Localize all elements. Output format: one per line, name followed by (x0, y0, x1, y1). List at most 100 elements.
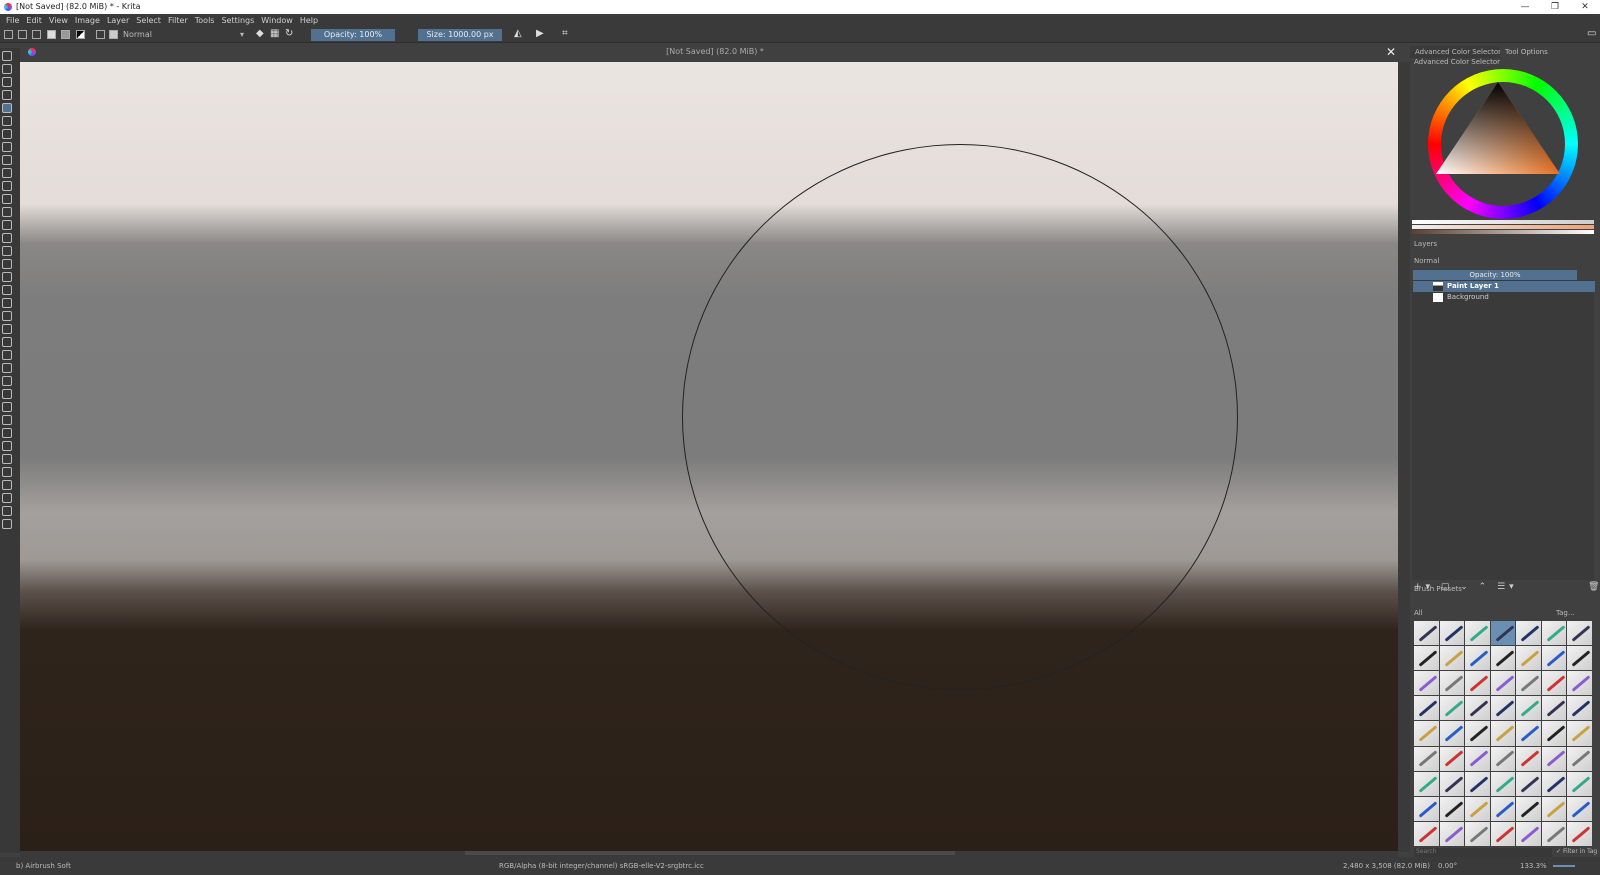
brush-preset[interactable] (1465, 721, 1490, 746)
zoom-value[interactable]: 133.3% (1520, 857, 1547, 875)
tool-icon[interactable] (2, 337, 12, 347)
menu-tools[interactable]: Tools (195, 14, 215, 27)
brush-preset[interactable] (1465, 696, 1490, 721)
rotation-value[interactable]: 0.00° (1438, 857, 1457, 875)
brush-preset[interactable] (1567, 746, 1592, 771)
document-tab[interactable]: [Not Saved] (82.0 MiB) * ✕ (20, 44, 1410, 62)
brush-preset[interactable] (1414, 696, 1439, 721)
menu-edit[interactable]: Edit (26, 14, 42, 27)
opacity-field[interactable]: Opacity: 100% (311, 29, 395, 41)
lightness-slider[interactable] (1412, 220, 1594, 224)
menu-file[interactable]: File (6, 14, 19, 27)
brush-preset[interactable] (1567, 696, 1592, 721)
tool-icon[interactable] (2, 519, 12, 529)
brush-preset[interactable] (1414, 721, 1439, 746)
fg-bg-color-icon[interactable] (76, 30, 85, 39)
brush-preset[interactable] (1414, 746, 1439, 771)
brush-preset[interactable] (1567, 646, 1592, 671)
brush-preset[interactable] (1516, 696, 1541, 721)
tool-icon[interactable] (2, 324, 12, 334)
tool-icon[interactable] (2, 77, 12, 87)
brush-preset[interactable] (1567, 771, 1592, 796)
tool-icon[interactable] (2, 467, 12, 477)
preserve-alpha-icon[interactable]: ▦ (270, 28, 279, 39)
tool-icon[interactable] (2, 363, 12, 373)
brush-preset[interactable] (1414, 821, 1439, 846)
tool-icon[interactable] (2, 493, 12, 503)
brush-preset[interactable] (1465, 646, 1490, 671)
brush-preset[interactable] (1414, 646, 1439, 671)
brush-preset[interactable] (1516, 821, 1541, 846)
tool-icon[interactable] (2, 129, 12, 139)
layer-actions-toolbar[interactable]: +▾ ▢ ⌄ ⌃ ☰▾ (1414, 582, 1518, 592)
brush-preset[interactable] (1465, 821, 1490, 846)
saturation-slider[interactable] (1412, 225, 1594, 229)
tool-icon[interactable] (2, 51, 12, 61)
brush-preset[interactable] (1541, 746, 1567, 771)
tool-icon[interactable] (2, 441, 12, 451)
brush-preset[interactable] (1516, 721, 1541, 746)
tool-icon[interactable] (2, 350, 12, 360)
eraser-icon[interactable]: ◆ (256, 28, 264, 39)
tool-icon[interactable] (2, 311, 12, 321)
brush-preset[interactable] (1567, 721, 1592, 746)
brush-preset[interactable] (1414, 671, 1439, 696)
new-document-icon[interactable] (4, 30, 13, 39)
brush-preset[interactable] (1516, 771, 1541, 796)
brush-preset[interactable] (1465, 671, 1490, 696)
brush-settings-icon[interactable] (96, 30, 105, 39)
layer-opacity-slider[interactable]: Opacity: 100% (1413, 270, 1577, 280)
brush-preset[interactable] (1490, 621, 1516, 646)
tool-icon[interactable] (2, 298, 12, 308)
menu-help[interactable]: Help (300, 14, 318, 27)
menu-window[interactable]: Window (261, 14, 293, 27)
tool-icon[interactable] (2, 233, 12, 243)
preset-icon[interactable] (109, 30, 118, 39)
brush-preset[interactable] (1516, 796, 1541, 821)
brush-preset[interactable] (1439, 721, 1465, 746)
tool-icon[interactable] (2, 90, 12, 100)
open-document-icon[interactable] (18, 30, 27, 39)
brush-search-input[interactable]: Search (1414, 848, 1552, 857)
brush-preset[interactable] (1439, 621, 1465, 646)
brush-preset[interactable] (1490, 646, 1516, 671)
tool-icon[interactable] (2, 155, 12, 165)
tool-icon[interactable] (2, 246, 12, 256)
zoom-slider[interactable] (1553, 865, 1575, 867)
tool-icon[interactable] (2, 168, 12, 178)
brush-preset[interactable] (1516, 646, 1541, 671)
brush-preset[interactable] (1490, 746, 1516, 771)
brush-filter-select[interactable]: All (1414, 609, 1542, 619)
tool-icon[interactable] (2, 454, 12, 464)
brush-preset[interactable] (1516, 671, 1541, 696)
brush-preset[interactable] (1541, 821, 1567, 846)
gradient-swatch[interactable] (47, 30, 56, 39)
value-slider[interactable] (1412, 230, 1594, 234)
brush-preset[interactable] (1490, 771, 1516, 796)
brush-tag-button[interactable]: Tag... (1556, 609, 1575, 617)
brush-preset[interactable] (1439, 696, 1465, 721)
reload-preset-icon[interactable]: ↻ (285, 28, 293, 39)
brush-preset[interactable] (1567, 621, 1592, 646)
brush-preset[interactable] (1439, 771, 1465, 796)
menu-filter[interactable]: Filter (168, 14, 188, 27)
brush-preset[interactable] (1541, 646, 1567, 671)
brush-preset[interactable] (1567, 671, 1592, 696)
brush-preset[interactable] (1567, 796, 1592, 821)
brush-preset[interactable] (1439, 796, 1465, 821)
tool-icon[interactable] (2, 402, 12, 412)
menu-view[interactable]: View (49, 14, 68, 27)
brush-preset[interactable] (1490, 821, 1516, 846)
maximize-button[interactable]: ❐ (1540, 0, 1570, 14)
menu-settings[interactable]: Settings (221, 14, 254, 27)
tool-icon[interactable] (2, 207, 12, 217)
layer-row-paint-layer-1[interactable]: Paint Layer 1 (1413, 281, 1595, 292)
brush-preset[interactable] (1541, 771, 1567, 796)
filter-in-tag-checkbox[interactable]: ✓ Filter in Tag (1556, 848, 1597, 855)
brush-preset[interactable] (1490, 671, 1516, 696)
brush-preset[interactable] (1414, 796, 1439, 821)
brush-preset[interactable] (1439, 746, 1465, 771)
delete-layer-icon[interactable]: 🗑 (1588, 582, 1599, 592)
blend-mode-select[interactable]: Normal ▾ (123, 29, 248, 41)
tool-icon[interactable] (2, 116, 12, 126)
